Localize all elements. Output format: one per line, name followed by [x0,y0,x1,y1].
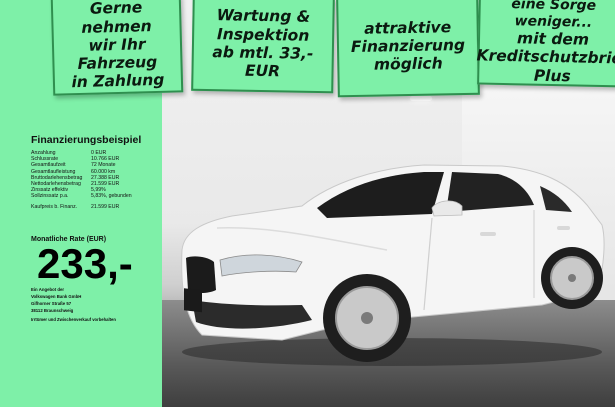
trade-in-banner: Gerne nehmen wir Ihr Fahrzeug in Zahlung [50,0,184,96]
ad-canvas: Finanzierungsbeispiel Anzahlung 0 EUR Sch… [0,0,615,407]
banner-text: eine Sorge weniger... [511,0,597,31]
banner-text: Gerne nehmen wir Ihr Fahrzeug in Zahlung [71,0,165,92]
banner-text: mit dem Kreditschutzbrief Plus [476,29,615,86]
disclaimer: Irrtümer und Zwischenverkauf vorbehalten [31,317,116,322]
monthly-rate-value: 233,- [37,240,133,287]
bank-line: Ein Angebot der [31,287,65,292]
bank-line: Gifhorner Straße 57 [31,301,72,306]
financing-row: Sollzinssatz p.a. 5,83%, gebunden [31,193,151,199]
banner-text: Wartung & Inspektion ab mtl. 33,- EUR [212,6,314,81]
row-value: 5,83%, gebunden [91,193,132,200]
banner-text: attraktive Finanzierung möglich [350,17,466,74]
row-label: Sollzinssatz p.a. [31,193,69,200]
bank-line: 38112 Braunschweig [31,308,74,313]
row-label: Kaufpreis b. Finanz. [31,203,78,210]
maintenance-banner: Wartung & Inspektion ab mtl. 33,- EUR [191,0,335,94]
financing-table: Anzahlung 0 EUR Schlussrate 10.766 EUR Ges… [31,150,151,210]
credit-protection-banner: eine Sorge weniger... mit dem Kreditschu… [476,0,615,88]
financing-title: Finanzierungsbeispiel [31,134,142,146]
row-value: 21.599 EUR [91,203,120,210]
bank-line: Volkswagen Bank GmbH [31,294,82,299]
bank-info: Ein Angebot der Volkswagen Bank GmbH Gif… [31,286,81,314]
purchase-price-row: Kaufpreis b. Finanz. 21.599 EUR [31,204,151,210]
financing-banner: attraktive Finanzierung möglich [336,0,480,98]
